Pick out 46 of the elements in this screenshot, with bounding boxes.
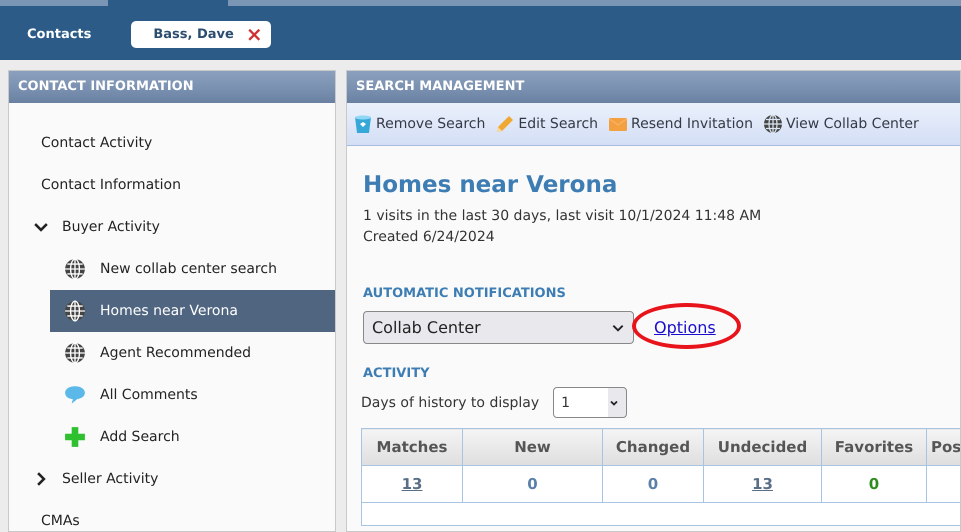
pencil-icon bbox=[495, 114, 516, 134]
speech-bubble-icon bbox=[64, 384, 86, 406]
notification-dropdown[interactable]: Collab Center bbox=[363, 311, 634, 344]
panel-header: SEARCH MANAGEMENT bbox=[347, 71, 960, 103]
column-header: Matches bbox=[362, 428, 462, 466]
field-label: Days of history to display bbox=[361, 394, 540, 410]
table-cell: 0 bbox=[822, 466, 926, 502]
nav-item[interactable]: Homes near Verona bbox=[50, 290, 335, 332]
toolbar-button[interactable]: Resend Invitation bbox=[608, 114, 753, 134]
column-header: Changed bbox=[602, 428, 704, 466]
search-title: Homes near Verona bbox=[363, 172, 618, 198]
nav-item[interactable]: CMAs bbox=[9, 500, 335, 531]
info-text: Created 6/24/2024 bbox=[363, 228, 496, 247]
days-dropdown[interactable]: 1 bbox=[553, 387, 628, 418]
info-text: 1 visits in the last 30 days, last visit 10/1/2024 11:48 AM bbox=[363, 207, 762, 226]
count-link[interactable]: 13 bbox=[402, 475, 422, 493]
nav-item[interactable]: Contact Information bbox=[9, 164, 335, 206]
toolbar-button[interactable]: Remove Search bbox=[353, 114, 486, 134]
panel-header: CONTACT INFORMATION bbox=[9, 71, 335, 103]
toolbar-button[interactable]: Edit Search bbox=[495, 114, 598, 134]
globe-icon bbox=[762, 114, 783, 134]
nav-item[interactable]: Add Search bbox=[50, 416, 335, 458]
bin-icon bbox=[353, 114, 373, 134]
plus-icon bbox=[64, 426, 86, 448]
toolbar-button[interactable]: View Collab Center bbox=[762, 114, 919, 134]
nav-item[interactable]: Seller Activity bbox=[9, 458, 335, 500]
section-title: ACTIVITY bbox=[363, 366, 430, 381]
globe-icon bbox=[64, 342, 86, 364]
table-cell: 0 bbox=[602, 466, 704, 502]
section-title: AUTOMATIC NOTIFICATIONS bbox=[363, 286, 567, 301]
nav-item[interactable]: Buyer Activity bbox=[9, 206, 335, 248]
count-link[interactable]: 13 bbox=[752, 475, 773, 493]
nav-item[interactable]: New collab center search bbox=[50, 248, 335, 290]
nav-item[interactable]: Agent Recommended bbox=[50, 332, 335, 374]
globe-icon bbox=[64, 258, 86, 280]
column-header: New bbox=[462, 428, 602, 466]
tab[interactable]: Contacts bbox=[27, 27, 92, 42]
globe-icon bbox=[64, 300, 86, 322]
column-header: Undecided bbox=[704, 428, 822, 466]
table-cell: 0 bbox=[462, 466, 602, 502]
nav-item[interactable]: Contact Activity bbox=[9, 122, 335, 164]
column-header: Favorites bbox=[822, 428, 926, 466]
nav-item[interactable]: All Comments bbox=[50, 374, 335, 416]
tab[interactable]: Bass, Dave × bbox=[131, 21, 271, 48]
close-icon[interactable]: × bbox=[246, 27, 263, 41]
options-link[interactable]: Options bbox=[654, 318, 716, 337]
